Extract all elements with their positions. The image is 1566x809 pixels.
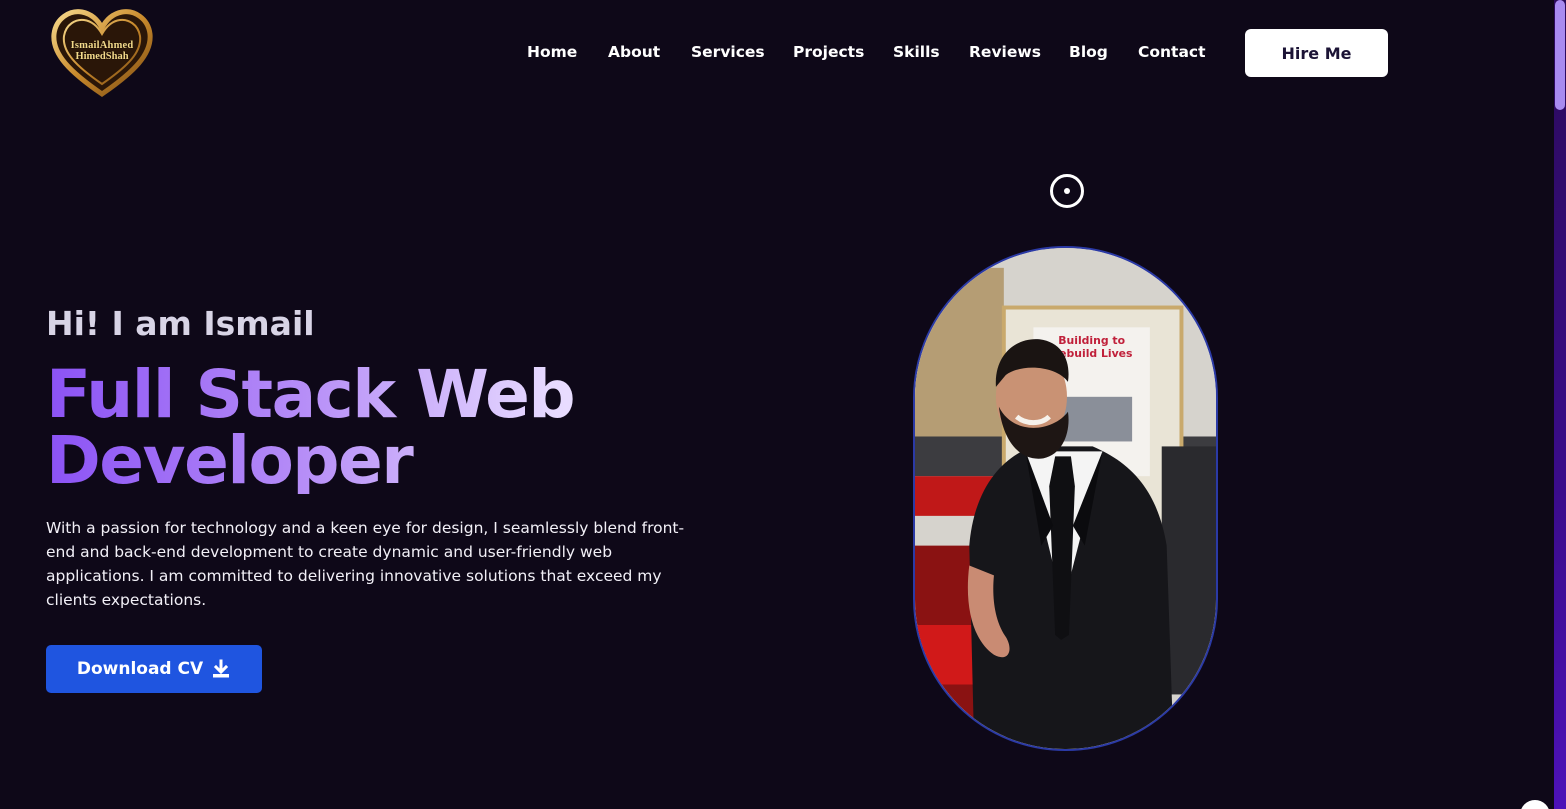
hero-description: With a passion for technology and a keen… [46,519,685,609]
chat-widget-icon[interactable] [1520,800,1550,809]
hero-title-line2: Developer [46,422,413,499]
nav-projects[interactable]: Projects [793,40,864,64]
nav-skills[interactable]: Skills [893,40,940,64]
page-scrollbar[interactable] [1554,0,1566,809]
cursor-ring-icon [1050,174,1084,208]
nav-home[interactable]: Home [527,40,577,64]
nav-contact[interactable]: Contact [1138,40,1206,64]
hero-title-line1: Full Stack Web [46,356,575,433]
scrollbar-thumb[interactable] [1555,0,1565,110]
profile-photo: Building to Rebuild Lives [913,246,1218,751]
poster-text-line1: Building to [1058,334,1125,347]
hero-greeting: Hi! I am Ismail [46,304,315,343]
download-cv-label: Download CV [76,659,204,679]
download-icon [213,659,230,678]
nav-reviews[interactable]: Reviews [969,40,1041,64]
nav-blog[interactable]: Blog [1069,40,1108,64]
download-cv-button[interactable]: Download CV [46,645,262,693]
nav-services[interactable]: Services [691,40,765,64]
nav-about[interactable]: About [608,40,660,64]
hero-title: Full Stack Web Developer [46,362,766,494]
hire-me-button[interactable]: Hire Me [1245,29,1388,77]
